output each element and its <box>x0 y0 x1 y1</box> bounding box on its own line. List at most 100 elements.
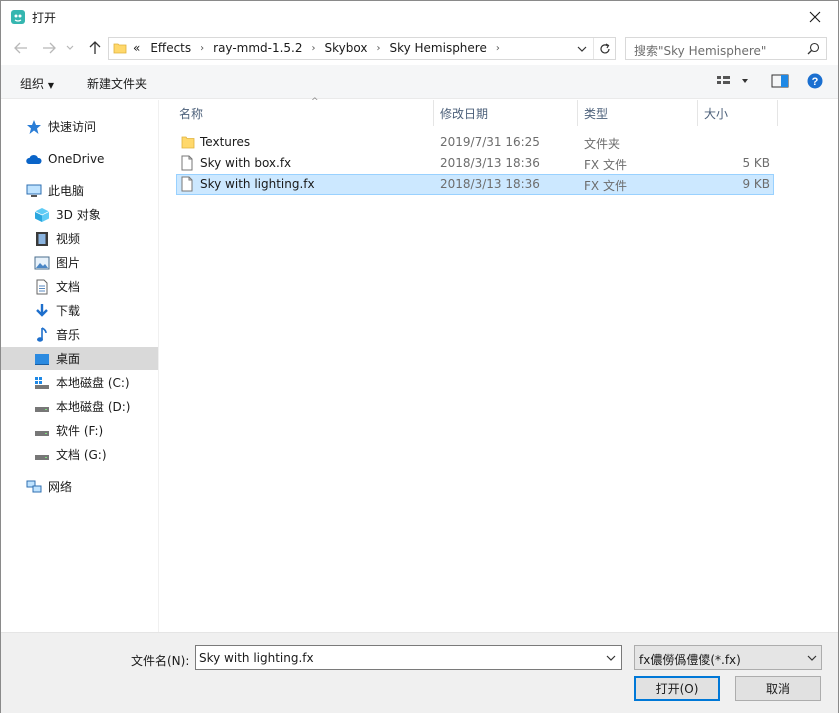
file-type-select[interactable]: fx儂僗僞僼儍(*.fx) <box>634 645 822 670</box>
toolbar: 组织 ▼ 新建文件夹 ? <box>1 65 838 99</box>
computer-icon <box>26 183 42 199</box>
refresh-icon <box>599 42 610 53</box>
chevron-down-icon <box>66 45 74 50</box>
breadcrumb-skybox[interactable]: Skybox <box>320 41 373 55</box>
download-icon <box>34 303 50 319</box>
file-name: Sky with box.fx <box>200 156 292 170</box>
arrow-right-icon <box>43 42 56 54</box>
file-size: 9 KB <box>742 177 770 191</box>
document-icon <box>34 279 50 295</box>
dialog-footer: 文件名(N): Sky with lighting.fx fx儂僗僞僼儍(*.f… <box>1 632 838 713</box>
nav-drive-d[interactable]: 本地磁盘 (D:) <box>1 395 158 418</box>
nav-music[interactable]: 音乐 <box>1 323 158 346</box>
nav-drive-g[interactable]: 文档 (G:) <box>1 443 158 466</box>
title-bar: 打开 <box>1 1 838 33</box>
nav-documents[interactable]: 文档 <box>1 275 158 298</box>
help-button[interactable]: ? <box>807 73 823 92</box>
sort-ascending-icon: ^ <box>311 97 319 107</box>
recent-locations-button[interactable] <box>63 38 77 58</box>
svg-text:?: ? <box>812 76 819 88</box>
file-row-textures[interactable]: Textures 2019/7/31 16:25 文件夹 <box>176 132 774 153</box>
arrow-up-icon <box>89 41 101 54</box>
network-icon <box>26 479 42 495</box>
system-drive-icon <box>34 375 50 391</box>
column-header-date[interactable]: 修改日期 <box>434 100 578 126</box>
file-type: FX 文件 <box>584 179 627 193</box>
file-list: ^ 名称 修改日期 类型 大小 Textures 2019/7/31 16:25… <box>161 97 838 632</box>
music-note-icon <box>34 326 50 343</box>
refresh-button[interactable] <box>593 38 615 59</box>
close-button[interactable] <box>792 1 838 32</box>
nav-quick-access[interactable]: 快速访问 <box>1 115 158 138</box>
cloud-icon <box>26 151 42 167</box>
file-name: Sky with lighting.fx <box>200 177 315 191</box>
folder-icon <box>181 134 195 153</box>
window-title: 打开 <box>32 11 57 25</box>
filename-input[interactable]: Sky with lighting.fx <box>195 645 622 670</box>
dropdown-arrow-icon: ▼ <box>47 81 54 90</box>
nav-onedrive[interactable]: OneDrive <box>1 147 158 170</box>
nav-desktop[interactable]: 桌面 <box>1 347 158 370</box>
nav-pictures[interactable]: 图片 <box>1 251 158 274</box>
chevron-down-icon <box>606 655 616 661</box>
chevron-right-icon[interactable]: › <box>308 43 320 54</box>
search-input[interactable]: 搜索"Sky Hemisphere" <box>625 37 827 60</box>
up-button[interactable] <box>85 38 105 58</box>
drive-icon <box>34 399 50 415</box>
file-row-sky-with-box[interactable]: Sky with box.fx 2018/3/13 18:36 FX 文件 5 … <box>176 153 774 174</box>
filename-label: 文件名(N): <box>131 654 190 668</box>
preview-pane-icon <box>771 74 789 88</box>
nav-downloads[interactable]: 下载 <box>1 299 158 322</box>
column-header-size[interactable]: 大小 <box>698 100 778 126</box>
file-icon <box>181 155 193 174</box>
cancel-button[interactable]: 取消 <box>735 676 821 701</box>
breadcrumb-effects[interactable]: Effects <box>145 41 196 55</box>
arrow-left-icon <box>14 42 27 54</box>
change-view-button[interactable] <box>716 73 750 92</box>
view-options-icon <box>717 76 748 84</box>
chevron-right-icon[interactable]: › <box>492 43 504 54</box>
file-icon <box>181 176 193 195</box>
filename-history-button[interactable] <box>601 646 621 669</box>
file-row-sky-with-lighting[interactable]: Sky with lighting.fx 2018/3/13 18:36 FX … <box>176 174 774 195</box>
column-header-name[interactable]: ^ 名称 <box>173 97 434 126</box>
address-bar[interactable]: « Effects › ray-mmd-1.5.2 › Skybox › Sky… <box>108 37 616 60</box>
filename-value: Sky with lighting.fx <box>199 651 314 665</box>
help-icon: ? <box>807 73 823 89</box>
forward-button[interactable] <box>39 38 59 58</box>
new-folder-button[interactable]: 新建文件夹 <box>87 75 147 92</box>
search-icon <box>807 42 820 58</box>
app-icon <box>10 9 26 25</box>
address-dropdown-button[interactable] <box>573 38 591 59</box>
chevron-right-icon[interactable]: › <box>372 43 384 54</box>
navigation-pane: 快速访问 OneDrive 此电脑 3D 对象 视频 图片 文档 下载 音乐 桌… <box>1 100 159 632</box>
back-button[interactable] <box>11 38 31 58</box>
nav-videos[interactable]: 视频 <box>1 227 158 250</box>
nav-network[interactable]: 网络 <box>1 475 158 498</box>
star-icon <box>26 119 42 135</box>
nav-3d-objects[interactable]: 3D 对象 <box>1 203 158 226</box>
file-type-value: fx儂僗僞僼儍(*.fx) <box>639 653 741 667</box>
breadcrumb-sky-hemisphere[interactable]: Sky Hemisphere <box>384 41 491 55</box>
cube-icon <box>34 207 50 223</box>
breadcrumb: « Effects › ray-mmd-1.5.2 › Skybox › Sky… <box>133 41 504 55</box>
file-date: 2018/3/13 18:36 <box>440 177 540 191</box>
nav-this-pc[interactable]: 此电脑 <box>1 179 158 202</box>
breadcrumb-overflow[interactable]: « <box>133 41 145 55</box>
file-type: FX 文件 <box>584 158 627 172</box>
nav-drive-f[interactable]: 软件 (F:) <box>1 419 158 442</box>
drive-icon <box>34 423 50 439</box>
chevron-down-icon <box>577 46 587 52</box>
organize-button[interactable]: 组织 ▼ <box>20 75 54 92</box>
breadcrumb-ray-mmd[interactable]: ray-mmd-1.5.2 <box>208 41 307 55</box>
drive-icon <box>34 447 50 463</box>
film-icon <box>34 231 50 247</box>
preview-pane-button[interactable] <box>771 73 789 92</box>
chevron-right-icon[interactable]: › <box>196 43 208 54</box>
file-size: 5 KB <box>742 156 770 170</box>
file-date: 2019/7/31 16:25 <box>440 135 540 149</box>
file-name: Textures <box>200 135 251 149</box>
column-header-type[interactable]: 类型 <box>578 100 698 126</box>
open-button[interactable]: 打开(O) <box>634 676 720 701</box>
nav-drive-c[interactable]: 本地磁盘 (C:) <box>1 371 158 394</box>
